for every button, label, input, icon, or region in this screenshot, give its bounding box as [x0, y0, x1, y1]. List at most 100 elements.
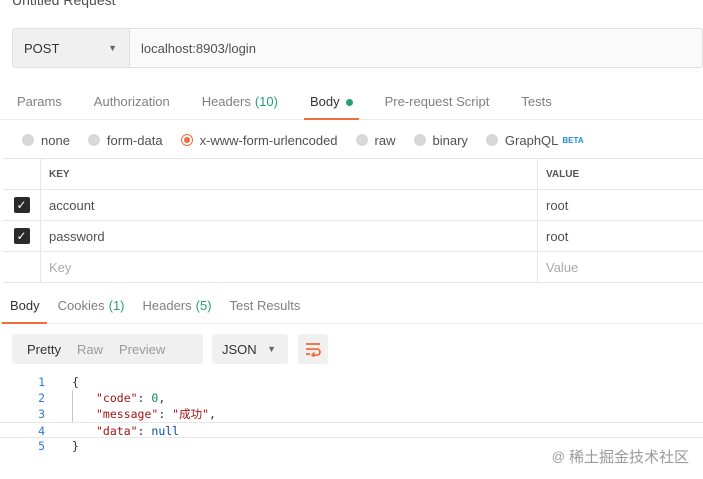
body-type-options: none form-data x-www-form-urlencoded raw… — [0, 128, 602, 152]
tab-label: Cookies — [57, 298, 105, 313]
table-row-new: Key Value — [3, 252, 703, 283]
tab-response-headers[interactable]: Headers (5) — [134, 292, 221, 323]
radio-button[interactable] — [485, 134, 498, 146]
tab-label: Pre-request Script — [384, 94, 490, 109]
tab-tests[interactable]: Tests — [505, 88, 567, 119]
tab-label: Headers — [201, 94, 251, 109]
body-type-urlencoded[interactable]: x-www-form-urlencoded — [180, 132, 338, 148]
tab-params[interactable]: Params — [0, 88, 78, 119]
tab-authorization[interactable]: Authorization — [78, 88, 186, 119]
url-input[interactable]: localhost:8903/login — [130, 29, 702, 67]
checkbox-checked[interactable]: ✓ — [13, 197, 30, 213]
body-type-raw[interactable]: raw — [355, 133, 396, 148]
view-mode-preview[interactable]: Preview — [111, 334, 173, 364]
body-type-none[interactable]: none — [22, 133, 70, 148]
row-checkbox-cell — [3, 252, 41, 282]
watermark-text: 稀土掘金技术社区 — [568, 449, 689, 466]
key-cell[interactable]: account — [41, 190, 538, 220]
tab-cookies[interactable]: Cookies (1) — [49, 292, 134, 323]
urlencoded-params-table: KEY VALUE ✓ account root ✓ password root… — [3, 158, 703, 283]
line-number: 1 — [38, 375, 45, 389]
line-number: 4 — [38, 424, 45, 438]
response-headers-count: (5) — [195, 298, 212, 313]
radio-button[interactable] — [355, 134, 368, 146]
tab-test-results[interactable]: Test Results — [221, 292, 310, 323]
radio-button[interactable] — [22, 134, 34, 146]
tab-label: Tests — [521, 94, 552, 109]
response-toolbar: Pretty Raw Preview JSON ▼ — [12, 334, 328, 364]
body-type-graphql[interactable]: GraphQL BETA — [485, 132, 584, 148]
watermark: @ 稀土掘金技术社区 — [552, 446, 689, 467]
json-literal: null — [151, 424, 180, 438]
new-value-input[interactable]: Value — [538, 252, 703, 282]
checkbox-checked[interactable]: ✓ — [13, 228, 30, 244]
json-key: "data" — [96, 424, 138, 438]
new-key-input[interactable]: Key — [41, 252, 538, 282]
line-number: 2 — [38, 391, 45, 405]
row-checkbox-cell: ✓ — [3, 190, 41, 220]
value-cell[interactable]: root — [538, 190, 703, 220]
tab-label: Body — [309, 94, 340, 109]
request-tabs: Params Authorization Headers (10) Body Pr… — [0, 88, 703, 120]
json-entry: "data": null — [96, 423, 179, 439]
cookies-count: (1) — [108, 298, 125, 313]
key-cell[interactable]: password — [41, 221, 538, 251]
view-mode-raw[interactable]: Raw — [69, 334, 111, 364]
column-header-key: KEY — [41, 159, 538, 189]
tab-label: Authorization — [93, 94, 170, 109]
code-line: 2 "code": 0, — [0, 390, 703, 406]
format-label: JSON — [222, 341, 257, 357]
code-line: 3 "message": "成功", — [0, 406, 703, 422]
body-type-binary[interactable]: binary — [413, 132, 468, 148]
json-key: "code" — [96, 391, 138, 405]
json-comma: , — [158, 391, 166, 405]
table-row: ✓ password root — [3, 221, 703, 252]
method-label: POST — [24, 40, 60, 56]
code-line-current: 4 "data": null — [0, 422, 703, 438]
radio-label: form-data — [106, 132, 163, 148]
table-header-row: KEY VALUE — [3, 159, 703, 190]
at-icon: @ — [551, 449, 565, 464]
format-select[interactable]: JSON ▼ — [212, 334, 288, 364]
window-title: Untitled Request — [12, 0, 116, 8]
table-row: ✓ account root — [3, 190, 703, 221]
json-separator: : — [158, 407, 173, 421]
wrap-lines-button[interactable] — [298, 334, 328, 364]
window-title-bar: Untitled Request — [0, 0, 703, 18]
wrap-lines-icon — [306, 343, 321, 357]
response-body-viewer[interactable]: 1 { 2 "code": 0, 3 "message": "成功", 4 "d… — [0, 374, 703, 454]
body-indicator-dot — [345, 99, 353, 106]
tab-label: Params — [17, 94, 62, 109]
tab-response-body[interactable]: Body — [0, 292, 49, 324]
json-entry: "code": 0, — [96, 390, 165, 406]
json-string: "成功" — [172, 407, 210, 421]
radio-label: x-www-form-urlencoded — [199, 132, 338, 148]
row-checkbox-cell: ✓ — [3, 221, 41, 251]
radio-label: GraphQL — [504, 132, 559, 148]
value-cell[interactable]: root — [538, 221, 703, 251]
response-tabs: Body Cookies (1) Headers (5) Test Results — [0, 292, 703, 324]
tab-pre-request-script[interactable]: Pre-request Script — [369, 88, 506, 119]
code-line: 1 { — [0, 374, 703, 390]
chevron-down-icon: ▼ — [267, 344, 276, 354]
radio-button[interactable] — [87, 134, 100, 146]
method-select[interactable]: POST ▼ — [13, 29, 130, 67]
json-brace-close: } — [72, 439, 79, 453]
tab-label: Body — [10, 298, 40, 313]
headers-count: (10) — [254, 94, 278, 109]
chevron-down-icon: ▼ — [108, 43, 117, 53]
tab-body[interactable]: Body — [294, 88, 369, 120]
radio-button[interactable] — [413, 134, 426, 146]
json-entry: "message": "成功", — [96, 406, 216, 422]
json-separator: : — [137, 391, 152, 405]
body-type-form-data[interactable]: form-data — [87, 132, 163, 148]
tab-headers[interactable]: Headers (10) — [186, 88, 294, 119]
tab-label: Test Results — [229, 298, 301, 313]
json-separator: : — [137, 424, 152, 438]
json-brace-open: { — [72, 375, 79, 389]
radio-label: binary — [432, 132, 468, 148]
view-mode-pretty[interactable]: Pretty — [12, 334, 69, 364]
line-number: 3 — [38, 407, 45, 421]
radio-button-selected[interactable] — [180, 134, 193, 146]
line-number: 5 — [38, 439, 45, 453]
